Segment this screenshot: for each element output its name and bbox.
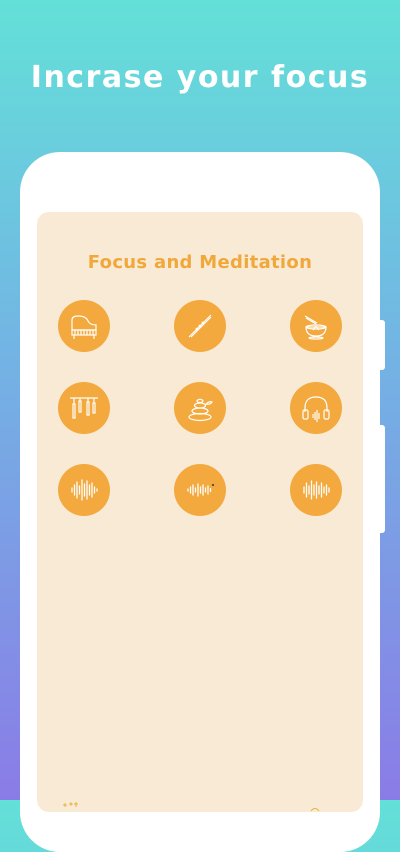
sound-button-singing-bowl[interactable]: [290, 300, 342, 352]
sound-button-zen-stones[interactable]: [174, 382, 226, 434]
sound-button-wave-2[interactable]: [174, 464, 226, 516]
sound-wave-icon: [71, 479, 98, 501]
phone-side-button: [380, 425, 385, 533]
zen-stones-icon: [188, 398, 213, 422]
headphones-icon: [302, 396, 330, 422]
sound-button-wave-3[interactable]: [290, 464, 342, 516]
piano-icon: [71, 315, 97, 339]
flute-icon: [188, 314, 212, 338]
app-screen: Focus and Meditation: [37, 212, 363, 812]
singing-bowl-icon: [304, 315, 327, 340]
sound-button-wind-chimes[interactable]: [58, 382, 110, 434]
sound-wave-icon: [303, 480, 330, 500]
wind-chimes-icon: [70, 397, 98, 419]
sound-button-flute[interactable]: [174, 300, 226, 352]
phone-side-button: [380, 320, 385, 370]
sound-button-wave-1[interactable]: [58, 464, 110, 516]
sound-button-piano[interactable]: [58, 300, 110, 352]
nav-icon[interactable]: [309, 796, 321, 812]
headline: Incrase your focus: [30, 60, 370, 95]
sound-button-headphones[interactable]: [290, 382, 342, 434]
sound-grid: [37, 212, 363, 812]
sound-wave-icon: [187, 483, 214, 497]
nav-sparkle-icon[interactable]: [61, 792, 81, 807]
